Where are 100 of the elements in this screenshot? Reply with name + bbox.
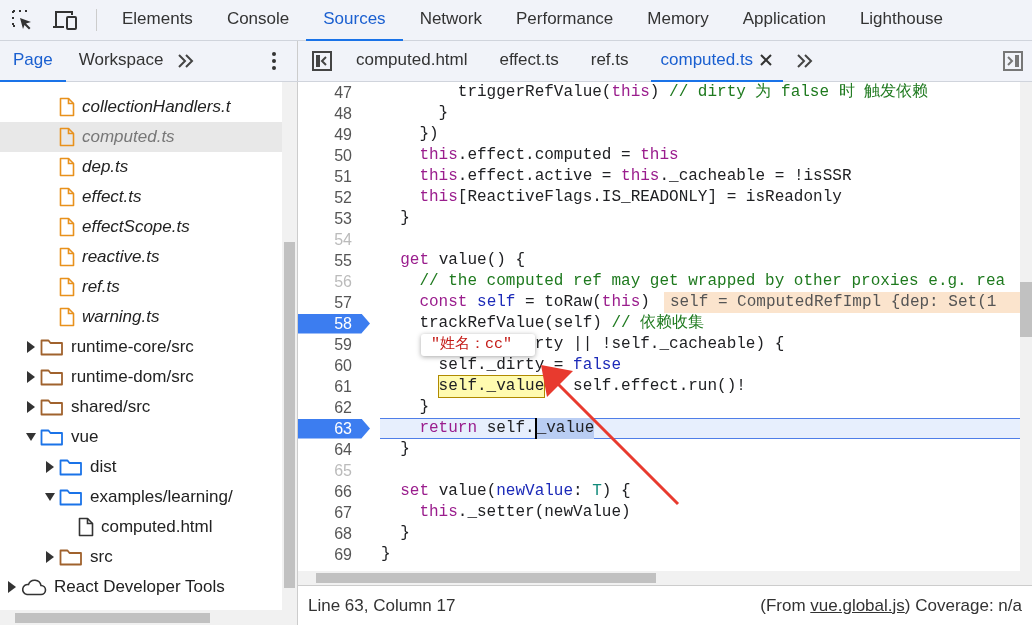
scrollbar-thumb[interactable] [316,573,656,583]
code-token: false [573,355,622,376]
source-info: (From vue.global.js) Coverage: n/a [760,594,1022,617]
panel-tab[interactable]: Performance [499,0,631,41]
editor-tab[interactable]: effect.ts [489,40,569,82]
code-token: ) [640,292,650,313]
code-token: ) [649,82,661,103]
code-token: } [419,397,429,418]
line-number[interactable]: 57 [298,292,370,313]
file-icon [59,307,75,327]
code-token: this [419,166,458,187]
editor-tab[interactable]: computed.ts [650,40,784,82]
line-number[interactable]: 48 [298,103,370,124]
scrollbar-thumb[interactable] [15,612,210,623]
panel-tab[interactable]: Application [725,0,843,41]
file-icon [59,127,75,147]
editor-tab[interactable]: computed.html [346,40,478,82]
line-number[interactable]: 67 [298,502,370,523]
panel-tab[interactable]: Elements [105,0,210,41]
code-token: value() { [438,250,526,271]
code-token: value( [438,481,497,502]
line-number[interactable]: 47 [298,82,370,103]
line-number[interactable]: 52 [298,187,370,208]
line-number[interactable]: 66 [298,481,370,502]
expand-caret-icon[interactable] [26,371,36,383]
line-number[interactable]: 59 [298,334,370,355]
code-token: } [381,544,391,565]
line-number[interactable]: 55 [298,250,370,271]
code-token: this [419,145,458,166]
code-token: this [611,82,650,103]
file-icon [59,97,75,117]
line-number[interactable]: 51 [298,166,370,187]
code-token: = toRaw( [525,292,602,313]
line-number[interactable]: 62 [298,397,370,418]
code-token: const [419,292,468,313]
line-number[interactable]: 49 [298,124,370,145]
breakpoint-marker[interactable]: 58 [298,313,370,334]
file-icon [78,517,94,537]
code-token: .effect.active = [457,166,613,187]
code-token: this [640,145,679,166]
navigator-tab[interactable]: Workspace [65,40,177,82]
code-token: .effect.computed = [457,145,632,166]
expand-caret-icon[interactable] [26,401,36,413]
expand-caret-icon[interactable] [45,491,55,503]
code-token: } [400,523,410,544]
code-token: [ReactiveFlags.IS_READONLY] = isReadonly [457,187,842,208]
code-token: } [400,208,410,229]
editor-tab[interactable]: ref.ts [580,40,639,82]
code-token: ._cacheable = !isSSR [659,166,852,187]
expand-caret-icon[interactable] [26,341,36,353]
code-token: rty || !self._cacheable) { [534,334,785,355]
code-token: self._value [438,376,545,397]
panel-tab[interactable]: Network [402,0,499,41]
code-token: self.effect.run()! [573,376,746,397]
file-icon [59,187,75,207]
scrollbar-thumb[interactable] [1020,282,1032,337]
line-number[interactable]: 53 [298,208,370,229]
code-token: newValue [496,481,574,502]
close-icon[interactable] [759,53,774,67]
panel-tab[interactable]: Lighthouse [842,0,961,41]
navigator-tab[interactable]: Page [0,40,66,82]
code-token: self. [486,418,535,439]
value-popover: "姓名：cc" [421,334,535,356]
code-token: this [419,187,458,208]
line-number[interactable]: 60 [298,355,370,376]
code-token: trackRefValue(self) [419,313,603,334]
code-token: get [400,250,429,271]
toggle-navigator-icon[interactable] [311,50,333,72]
line-number[interactable]: 50 [298,145,370,166]
file-icon [59,277,75,297]
expand-caret-icon[interactable] [45,461,55,473]
panel-tab[interactable]: Memory [630,0,726,41]
breakpoint-marker[interactable]: 63 [298,418,370,439]
expand-caret-icon[interactable] [26,431,36,443]
scrollbar-thumb[interactable] [284,242,295,588]
inline-value: self = ComputedRefImpl {dep: Set(1 [663,292,1020,313]
more-options-icon[interactable] [271,51,277,71]
device-toolbar-icon[interactable] [52,9,78,31]
code-token: this [621,166,660,187]
expand-caret-icon[interactable] [45,551,55,563]
code-token: this [419,502,458,523]
line-number[interactable]: 61 [298,376,370,397]
code-token: // 依赖收集 [611,313,705,334]
tree-item[interactable]: computed.ts [0,122,282,152]
line-number[interactable]: 69 [298,544,370,565]
line-number[interactable]: 64 [298,439,370,460]
code-token: this [601,292,641,313]
panel-tab[interactable]: Console [209,0,307,41]
code-token: }) [419,124,439,145]
code-token: set [400,481,429,502]
expand-caret-icon[interactable] [7,581,17,593]
line-number[interactable]: 68 [298,523,370,544]
cursor-position: Line 63, Column 17 [308,594,456,617]
code-token: return [419,418,477,439]
code-token: // the computed ref may get wrapped by other proxies e.g. rea [419,271,1006,292]
file-icon [59,247,75,267]
code-token: ._setter(newValue) [457,502,631,523]
cloud-icon [21,578,47,596]
source-link[interactable]: vue.global.js [810,595,905,615]
toggle-debugger-icon[interactable] [1002,50,1024,72]
